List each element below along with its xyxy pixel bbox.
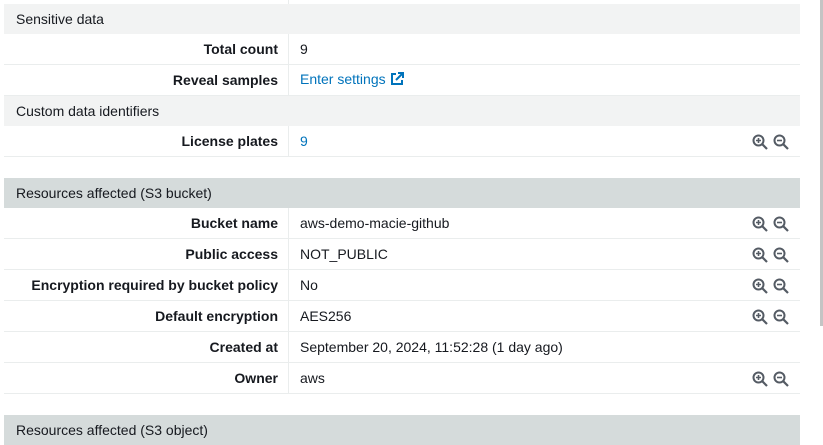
default-encryption-label: Default encryption [4,301,289,331]
zoom-out-icon[interactable] [773,278,789,294]
license-plates-link[interactable]: 9 [289,126,800,156]
default-encryption-value: AES256 [300,308,352,324]
zoom-in-icon[interactable] [752,371,768,387]
row-reveal-samples: Reveal samples Enter settings [4,65,800,96]
total-count-value: 9 [300,41,308,57]
public-access-value: NOT_PUBLIC [300,246,388,262]
created-at-value: September 20, 2024, 11:52:28 (1 day ago) [300,339,563,355]
license-plates-label: License plates [4,126,289,156]
reveal-samples-label: Reveal samples [4,65,289,95]
zoom-in-icon[interactable] [752,247,768,263]
row-license-plates: License plates 9 [4,126,800,157]
zoom-in-icon[interactable] [752,278,768,294]
bucket-name-label: Bucket name [4,208,289,238]
zoom-in-icon[interactable] [752,216,768,232]
zoom-out-icon[interactable] [773,371,789,387]
public-access-label: Public access [4,239,289,269]
encryption-policy-value: No [300,277,318,293]
zoom-out-icon[interactable] [773,216,789,232]
section-custom-data-identifiers: Custom data identifiers [4,96,800,126]
row-public-access: Public access NOT_PUBLIC [4,239,800,270]
encryption-policy-label: Encryption required by bucket policy [4,270,289,300]
row-default-encryption: Default encryption AES256 [4,301,800,332]
bucket-name-value: aws-demo-macie-github [300,215,450,231]
row-owner: Owner aws [4,363,800,394]
zoom-in-icon[interactable] [752,309,768,325]
zoom-in-icon[interactable] [752,134,768,150]
total-count-label: Total count [4,34,289,64]
row-bucket-name: Bucket name aws-demo-macie-github [4,208,800,239]
row-created-at: Created at September 20, 2024, 11:52:28 … [4,332,800,363]
enter-settings-link[interactable]: Enter settings [289,64,800,96]
finding-details-table: Sensitive data Total count 9 Reveal samp… [4,0,800,445]
external-link-icon[interactable] [390,66,404,96]
zoom-out-icon[interactable] [773,134,789,150]
section-resources-s3-object: Resources affected (S3 object) [4,415,800,445]
enter-settings-text[interactable]: Enter settings [300,71,386,87]
zoom-out-icon[interactable] [773,309,789,325]
owner-label: Owner [4,363,289,393]
row-encryption-policy: Encryption required by bucket policy No [4,270,800,301]
created-at-label: Created at [4,332,289,362]
zoom-out-icon[interactable] [773,247,789,263]
section-resources-s3-bucket: Resources affected (S3 bucket) [4,178,800,208]
owner-value: aws [300,370,325,386]
row-total-count: Total count 9 [4,34,800,65]
section-sensitive-data: Sensitive data [4,4,800,34]
